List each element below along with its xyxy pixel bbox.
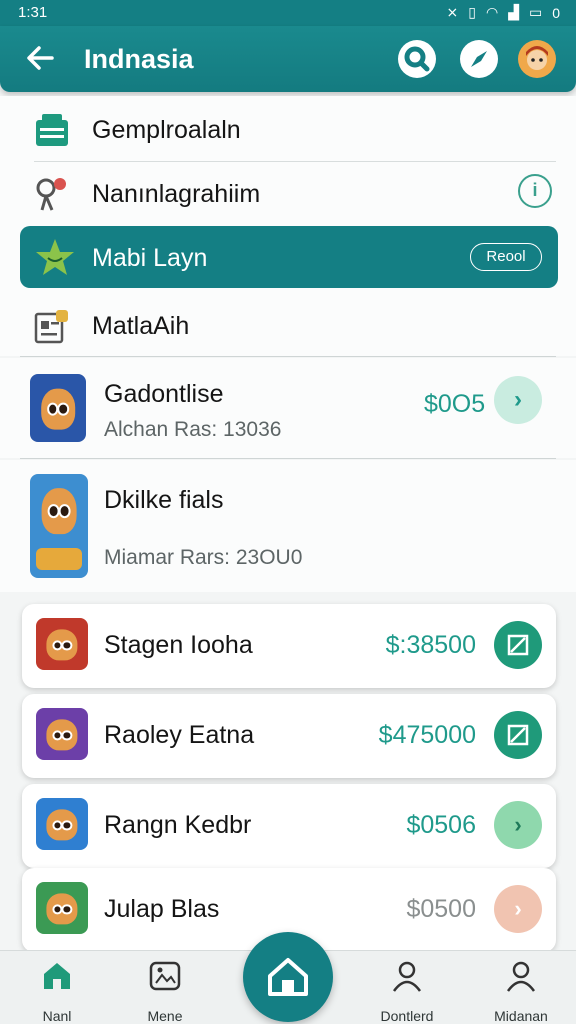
skip-forward-icon[interactable]: › — [494, 885, 542, 933]
menu-list: Gemplroalaln Nanınlagrahiim i Mabi Layn … — [0, 96, 576, 356]
menu-item-label: MatlaAih — [92, 312, 190, 340]
key-icon — [36, 178, 66, 211]
nav-item-home[interactable]: Nanl — [12, 959, 102, 1024]
compass-icon — [471, 51, 487, 67]
external-link-icon[interactable] — [494, 711, 542, 759]
nav-item-menu[interactable]: Mene — [120, 959, 210, 1024]
game-thumbnail — [36, 618, 88, 670]
character-icon — [41, 488, 77, 535]
character-icon — [46, 893, 78, 925]
wifi-icon: ◠ — [485, 4, 499, 20]
game-card-1[interactable]: Stagen Iooha $:38500 — [22, 604, 556, 688]
game-title: Gadontlise — [104, 380, 224, 408]
menu-item-2[interactable]: Nanınlagrahiim i — [0, 160, 576, 226]
character-icon — [46, 719, 78, 751]
nav-label: Dontlerd — [380, 1008, 434, 1024]
document-icon — [34, 310, 68, 344]
status-icons: ⨯ ▯ ◠ ▟ ▭ 0 — [447, 4, 560, 21]
chevron-right-icon[interactable]: › — [494, 801, 542, 849]
game-price: $475000 — [378, 721, 476, 749]
game-title: Rangn Kedbr — [104, 811, 252, 839]
app-bar: Indnasia — [0, 26, 576, 92]
game-thumbnail — [36, 708, 88, 760]
mute-icon: ⨯ — [446, 4, 459, 20]
battery-icon: ▭ — [528, 4, 543, 20]
status-time: 1:31 — [18, 4, 48, 21]
character-icon — [46, 629, 78, 661]
game-title: Julap Blas — [104, 895, 220, 923]
game-card-2[interactable]: Raoley Eatna $475000 — [22, 694, 556, 778]
status-bar: 1:31 ⨯ ▯ ◠ ▟ ▭ 0 — [0, 0, 576, 26]
home-icon — [44, 963, 70, 989]
divider — [20, 458, 556, 459]
game-thumbnail — [30, 374, 86, 442]
nav-label: Mene — [147, 1008, 183, 1024]
game-price: $:38500 — [385, 631, 476, 659]
game-subtitle: Miamar Rars: 23OU0 — [104, 546, 303, 569]
briefcase-icon — [36, 114, 68, 146]
menu-item-label: Mabi Layn — [92, 244, 208, 272]
game-title: Raoley Eatna — [104, 721, 255, 749]
game-price: $0500 — [406, 895, 476, 923]
avatar[interactable] — [518, 40, 556, 78]
game-thumbnail — [30, 474, 88, 578]
nav-item-account[interactable]: Midanan — [476, 959, 566, 1024]
game-thumbnail — [36, 798, 88, 850]
menu-item-label: Nanınlagrahiim — [92, 180, 261, 208]
avatar-icon — [526, 46, 548, 70]
chevron-right-icon[interactable]: › — [494, 376, 542, 424]
user-icon — [392, 961, 422, 992]
banner-icon — [36, 548, 82, 570]
menu-item-3-selected[interactable]: Mabi Layn Reool — [20, 226, 558, 288]
gallery-icon — [149, 961, 181, 991]
page-title: Indnasia — [84, 44, 194, 74]
game-price: $0506 — [406, 811, 476, 839]
menu-item-4[interactable]: MatlaAih — [0, 292, 576, 358]
vibrate-icon: ▯ — [468, 4, 476, 20]
game-title: Dkilke fials — [104, 486, 224, 514]
signal-icon: ▟ — [508, 4, 519, 20]
info-button[interactable]: i — [518, 174, 552, 208]
store-icon — [268, 958, 308, 996]
game-item-1[interactable]: Gadontlise Alchan Ras: 13036 $0O5 › — [0, 358, 576, 458]
search-icon — [404, 46, 430, 72]
external-link-icon[interactable] — [494, 621, 542, 669]
nav-label: Nanl — [42, 1008, 72, 1024]
character-icon — [41, 388, 75, 430]
menu-item-1[interactable]: Gemplroalaln — [0, 96, 576, 162]
game-card-3[interactable]: Rangn Kedbr $0506 › — [22, 784, 556, 868]
battery-level: 0 — [552, 4, 560, 21]
game-item-2[interactable]: Dkilke fials Miamar Rars: 23OU0 — [0, 460, 576, 592]
divider — [20, 356, 556, 357]
game-title: Stagen Iooha — [104, 631, 253, 659]
account-icon — [506, 961, 536, 992]
game-thumbnail — [36, 882, 88, 934]
nav-label: Midanan — [494, 1008, 548, 1024]
back-arrow-icon[interactable] — [22, 40, 62, 78]
search-button[interactable] — [398, 40, 436, 78]
status-badge[interactable]: Reool — [470, 243, 542, 271]
explore-button[interactable] — [460, 40, 498, 78]
home-fab-button[interactable] — [243, 932, 333, 1022]
nav-item-profile[interactable]: Dontlerd — [362, 959, 452, 1024]
menu-item-label: Gemplroalaln — [92, 116, 241, 144]
star-icon — [36, 239, 74, 275]
game-subtitle: Alchan Ras: 13036 — [104, 418, 282, 441]
character-icon — [46, 809, 78, 841]
game-price: $0O5 — [424, 390, 486, 418]
